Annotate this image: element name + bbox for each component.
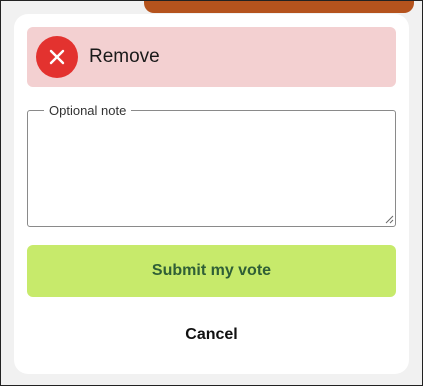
submit-vote-button[interactable]: Submit my vote [27, 245, 396, 297]
background-top-strip [144, 1, 414, 13]
close-icon [36, 36, 78, 78]
remove-option[interactable]: Remove [27, 27, 396, 87]
resize-handle-icon[interactable] [385, 215, 394, 224]
screenshot-frame: Remove Optional note Submit my vote Canc… [0, 0, 423, 386]
remove-label: Remove [89, 46, 160, 67]
cancel-button[interactable]: Cancel [27, 315, 396, 355]
optional-note-textarea[interactable] [28, 116, 395, 226]
